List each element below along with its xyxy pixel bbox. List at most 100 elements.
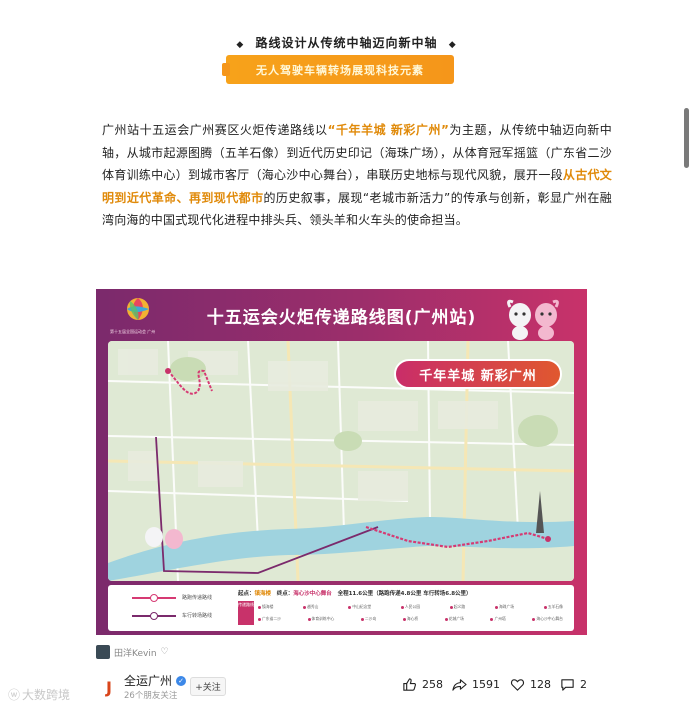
- comment-count: 2: [580, 678, 587, 691]
- route-legend: 路跑传递路线 车行转场路线 起点：镇海楼 终点：海心沙中心舞台 全程11.6公里…: [108, 585, 574, 631]
- mascots-icon: [507, 299, 559, 340]
- map-slogan: 千年羊城 新彩广州: [394, 359, 562, 389]
- route-stop: 体育训练中心: [307, 616, 335, 622]
- stop-label: 花城广场: [448, 616, 464, 621]
- stop-dot-icon: [449, 605, 453, 609]
- favorite-button[interactable]: 128: [510, 677, 551, 692]
- watermark-icon: ⓦ: [8, 688, 21, 702]
- image-author: 田洋Kevin ♡: [96, 644, 169, 660]
- route-stop: 花城广场: [444, 616, 464, 622]
- article-text-1: 广州站十五运会广州赛区火炬传递路线以: [102, 123, 328, 137]
- like-button[interactable]: 258: [402, 677, 443, 692]
- stop-label: 海心沙中心舞台: [536, 616, 563, 621]
- stops-row-2: 广东省二沙 体育训练中心 二沙岛 海心桥 花城广场 广州塔 海心沙中心舞台: [258, 616, 563, 622]
- end-label: 终点：: [276, 591, 294, 597]
- route-stop: 中山纪念堂: [348, 604, 371, 610]
- comment-icon: [561, 679, 574, 691]
- account-name-row[interactable]: 全运广州 ✓: [124, 672, 187, 689]
- stop-label: 广东省二沙: [262, 616, 281, 621]
- verified-icon: ✓: [176, 675, 187, 686]
- thumbs-up-icon: [403, 678, 417, 691]
- stop-dot-icon: [400, 605, 404, 609]
- end-point: 海心沙中心舞台: [293, 591, 332, 597]
- route-stop: 起义路: [449, 604, 466, 610]
- route-stops-table: 传递路线 镇海楼 越秀山 中山纪念堂 人民公园 起义路 海珠广场 五羊石像 广东省二沙 体育训…: [238, 599, 568, 627]
- stop-dot-icon: [444, 617, 448, 621]
- stop-dot-icon: [494, 605, 498, 609]
- account-logo-icon: J: [106, 677, 112, 697]
- section-title-text: 路线设计从传统中轴迈向新中轴: [255, 36, 438, 50]
- stops-tag: 传递路线: [238, 601, 254, 625]
- account-followers: 26个朋友关注: [124, 691, 178, 701]
- route-stop: 海心桥: [402, 616, 419, 622]
- scrollbar[interactable]: [684, 108, 689, 168]
- comment-button[interactable]: 2: [560, 677, 587, 692]
- stop-dot-icon: [490, 617, 494, 621]
- torch-route-map-image[interactable]: 第十五届全国运动会 广州 十五运会火炬传递路线图(广州站) 千年羊城 新彩广州 …: [96, 289, 587, 635]
- banner-text: 无人驾驶车辆转场展现科技元素: [256, 63, 424, 77]
- legend-walk: 路跑传递路线: [132, 593, 213, 602]
- bottom-action-bar: J 全运广州 ✓ 26个朋友关注 +关注 258 1591 128 2: [0, 664, 693, 711]
- walk-line-icon: [132, 593, 176, 602]
- stop-dot-icon: [303, 605, 307, 609]
- stop-dot-icon: [348, 605, 352, 609]
- stop-dot-icon: [258, 605, 261, 609]
- route-stop: 镇海楼: [258, 604, 273, 610]
- stop-label: 五羊石像: [547, 604, 563, 609]
- stop-label: 体育训练中心: [311, 616, 335, 621]
- stop-label: 广州塔: [494, 616, 506, 621]
- account-name[interactable]: 全运广州: [124, 672, 172, 689]
- article-highlight-theme: “千年羊城 新彩广州”: [327, 123, 450, 137]
- share-button[interactable]: 1591: [452, 677, 500, 692]
- route-map: 千年羊城 新彩广州: [108, 341, 574, 581]
- author-avatar: [96, 645, 110, 659]
- diamond-left-icon: ◆: [236, 40, 245, 50]
- start-label: 起点：: [238, 591, 255, 597]
- route-stop: 人民公园: [400, 604, 421, 610]
- diamond-right-icon: ◆: [448, 40, 457, 50]
- drive-line-icon: [132, 611, 176, 620]
- share-arrow-icon: [452, 679, 467, 691]
- route-stop: 广州塔: [490, 616, 506, 622]
- account-avatar[interactable]: J: [100, 674, 118, 700]
- watermark-text: 大数跨境: [22, 688, 71, 702]
- share-count: 1591: [472, 678, 500, 691]
- subtitle-banner: 无人驾驶车辆转场展现科技元素: [222, 55, 454, 84]
- route-stop: 五羊石像: [543, 604, 563, 610]
- heart-icon: ♡: [160, 647, 169, 657]
- stop-label: 越秀山: [307, 604, 319, 609]
- stop-dot-icon: [360, 617, 364, 621]
- like-count: 258: [422, 678, 443, 691]
- heart-outline-icon: [510, 679, 525, 691]
- follow-button[interactable]: +关注: [190, 677, 226, 696]
- section-title: ◆ 路线设计从传统中轴迈向新中轴 ◆: [0, 34, 693, 51]
- watermark: ⓦ 大数跨境: [8, 686, 70, 703]
- stop-label: 人民公园: [404, 604, 421, 609]
- stop-dot-icon: [258, 617, 261, 621]
- article-paragraph: 广州站十五运会广州赛区火炬传递路线以“千年羊城 新彩广州”为主题，从传统中轴迈向…: [102, 119, 612, 232]
- legend-drive: 车行转场路线: [132, 611, 213, 620]
- stop-label: 起义路: [453, 604, 466, 609]
- stop-label: 海珠广场: [498, 604, 515, 609]
- legend-walk-label: 路跑传递路线: [182, 595, 213, 601]
- stop-label: 二沙岛: [364, 616, 377, 621]
- route-stop: 二沙岛: [360, 616, 377, 622]
- route-stop: 广东省二沙: [258, 616, 281, 622]
- legend-drive-label: 车行转场路线: [182, 613, 213, 619]
- stop-dot-icon: [532, 617, 536, 621]
- stop-label: 海心桥: [406, 616, 419, 621]
- route-stop: 越秀山: [303, 604, 318, 610]
- stop-dot-icon: [543, 605, 547, 609]
- start-point: 镇海楼: [254, 591, 272, 597]
- route-stop: 海珠广场: [494, 604, 515, 610]
- stop-label: 中山纪念堂: [352, 604, 372, 609]
- stop-dot-icon: [307, 617, 311, 621]
- stops-row-1: 镇海楼 越秀山 中山纪念堂 人民公园 起义路 海珠广场 五羊石像: [258, 604, 563, 610]
- favorite-count: 128: [530, 678, 551, 691]
- stop-label: 镇海楼: [262, 604, 274, 609]
- route-stop: 海心沙中心舞台: [532, 616, 563, 622]
- logo-caption: 第十五届全国运动会 广州: [110, 329, 156, 334]
- route-total: 全程11.6公里（路跑传递4.8公里 车行转场6.8公里）: [337, 591, 472, 597]
- route-summary: 起点：镇海楼 终点：海心沙中心舞台 全程11.6公里（路跑传递4.8公里 车行转…: [238, 589, 472, 597]
- author-name: 田洋Kevin: [114, 648, 157, 659]
